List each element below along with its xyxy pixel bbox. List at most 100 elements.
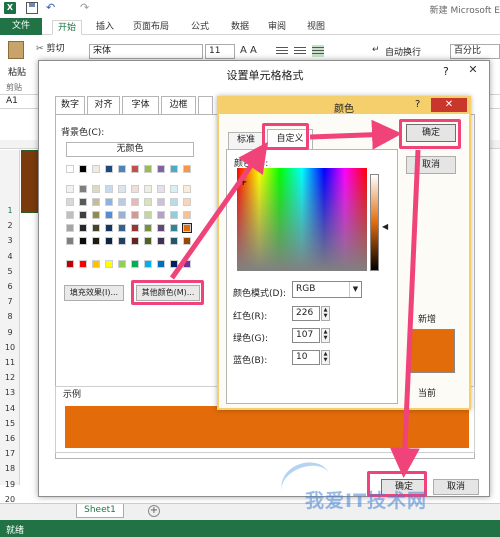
palette-swatch[interactable] (182, 223, 192, 233)
no-color-button[interactable]: 无颜色 (66, 142, 194, 157)
row-number[interactable]: 8 (0, 312, 20, 321)
palette-swatch[interactable] (144, 185, 152, 193)
color-spectrum[interactable] (237, 168, 367, 271)
palette-swatch[interactable] (79, 198, 87, 206)
green-spinner-icon[interactable]: ▲ ▼ (321, 328, 330, 343)
palette-swatch[interactable] (105, 165, 113, 173)
palette-swatch[interactable] (144, 224, 152, 232)
tab-fill[interactable] (198, 96, 213, 114)
palette-swatch[interactable] (92, 224, 100, 232)
palette-swatch[interactable] (131, 165, 139, 173)
tab-view[interactable]: 视图 (307, 20, 325, 35)
palette-swatch[interactable] (144, 165, 152, 173)
redo-icon[interactable]: ↷ (80, 2, 92, 14)
palette-swatch[interactable] (66, 260, 74, 268)
palette-swatch[interactable] (183, 165, 191, 173)
palette-swatch[interactable] (118, 211, 126, 219)
tab-standard[interactable]: 标准 (228, 132, 264, 149)
save-icon[interactable] (26, 2, 38, 14)
tab-home[interactable]: 开始 (52, 20, 82, 35)
palette-swatch[interactable] (92, 260, 100, 268)
paste-button[interactable]: 粘贴 (8, 65, 26, 78)
palette-swatch[interactable] (105, 260, 113, 268)
row-number[interactable]: 2 (0, 221, 20, 230)
palette-swatch[interactable] (170, 198, 178, 206)
palette-swatch[interactable] (66, 165, 74, 173)
cut-button[interactable]: ✂ 剪切 (36, 41, 65, 54)
palette-swatch[interactable] (183, 260, 191, 268)
row-number[interactable]: 9 (0, 328, 20, 337)
color-cancel-button[interactable]: 取消 (406, 156, 456, 174)
name-box[interactable]: A1 (6, 96, 18, 106)
palette-swatch[interactable] (105, 224, 113, 232)
tab-data[interactable]: 数据 (231, 20, 249, 35)
palette-swatch[interactable] (92, 198, 100, 206)
row-number[interactable]: 18 (0, 464, 20, 473)
palette-swatch[interactable] (170, 185, 178, 193)
palette-swatch[interactable] (157, 165, 165, 173)
color-mode-select[interactable]: RGB ▼ (292, 281, 362, 298)
palette-swatch[interactable] (105, 198, 113, 206)
palette-swatch[interactable] (79, 211, 87, 219)
palette-swatch[interactable] (144, 211, 152, 219)
align-top-icon[interactable] (276, 45, 288, 57)
row-number[interactable]: 14 (0, 404, 20, 413)
sheet-tab[interactable]: Sheet1 (76, 504, 124, 518)
palette-swatch[interactable] (79, 165, 87, 173)
row-number[interactable]: 4 (0, 252, 20, 261)
palette-swatch[interactable] (170, 237, 178, 245)
chevron-down-icon[interactable]: ▼ (349, 282, 361, 297)
palette-swatch[interactable] (79, 237, 87, 245)
palette-swatch[interactable] (183, 198, 191, 206)
palette-swatch[interactable] (144, 237, 152, 245)
palette-swatch[interactable] (131, 260, 139, 268)
row-number[interactable]: 6 (0, 282, 20, 291)
palette-swatch[interactable] (79, 260, 87, 268)
green-input[interactable]: 107 (292, 328, 320, 343)
palette-swatch[interactable] (157, 260, 165, 268)
tab-insert[interactable]: 插入 (96, 20, 114, 35)
fill-effects-button[interactable]: 填充效果(I)... (64, 285, 124, 301)
row-number[interactable]: 17 (0, 449, 20, 458)
palette-swatch[interactable] (79, 224, 87, 232)
close-icon[interactable]: ✕ (431, 98, 467, 112)
palette-swatch[interactable] (118, 185, 126, 193)
close-icon[interactable]: ✕ (461, 63, 485, 78)
palette-swatch[interactable] (170, 260, 178, 268)
number-format-select[interactable]: 百分比 (450, 44, 500, 59)
palette-swatch[interactable] (157, 211, 165, 219)
row-number[interactable]: 3 (0, 236, 20, 245)
palette-swatch[interactable] (183, 211, 191, 219)
row-number[interactable]: 19 (0, 480, 20, 489)
help-icon[interactable]: ? (415, 99, 420, 110)
row-number[interactable]: 10 (0, 343, 20, 352)
palette-swatch[interactable] (92, 165, 100, 173)
palette-swatch[interactable] (157, 198, 165, 206)
font-grow-icon[interactable]: A A (240, 45, 257, 56)
undo-icon[interactable]: ↶ (46, 2, 58, 14)
palette-swatch[interactable] (118, 224, 126, 232)
tab-formulas[interactable]: 公式 (191, 20, 209, 35)
palette-swatch[interactable] (131, 224, 139, 232)
wrap-text-button[interactable]: 自动换行 (385, 45, 421, 58)
palette-swatch[interactable] (131, 237, 139, 245)
palette-swatch[interactable] (66, 237, 74, 245)
align-bottom-icon[interactable] (312, 45, 324, 57)
red-input[interactable]: 226 (292, 306, 320, 321)
red-spinner-icon[interactable]: ▲ ▼ (321, 306, 330, 321)
slider-arrow-icon[interactable]: ◀ (382, 222, 388, 231)
tab-review[interactable]: 审阅 (268, 20, 286, 35)
palette-swatch[interactable] (157, 185, 165, 193)
palette-swatch[interactable] (170, 165, 178, 173)
palette-swatch[interactable] (118, 198, 126, 206)
row-number[interactable]: 16 (0, 434, 20, 443)
palette-swatch[interactable] (183, 237, 191, 245)
palette-swatch[interactable] (131, 185, 139, 193)
row-number[interactable]: 5 (0, 267, 20, 276)
palette-swatch[interactable] (131, 211, 139, 219)
palette-swatch[interactable] (118, 260, 126, 268)
font-size-select[interactable]: 11 (205, 44, 235, 59)
palette-swatch[interactable] (66, 224, 74, 232)
palette-swatch[interactable] (105, 237, 113, 245)
tab-alignment[interactable]: 对齐 (87, 96, 120, 114)
